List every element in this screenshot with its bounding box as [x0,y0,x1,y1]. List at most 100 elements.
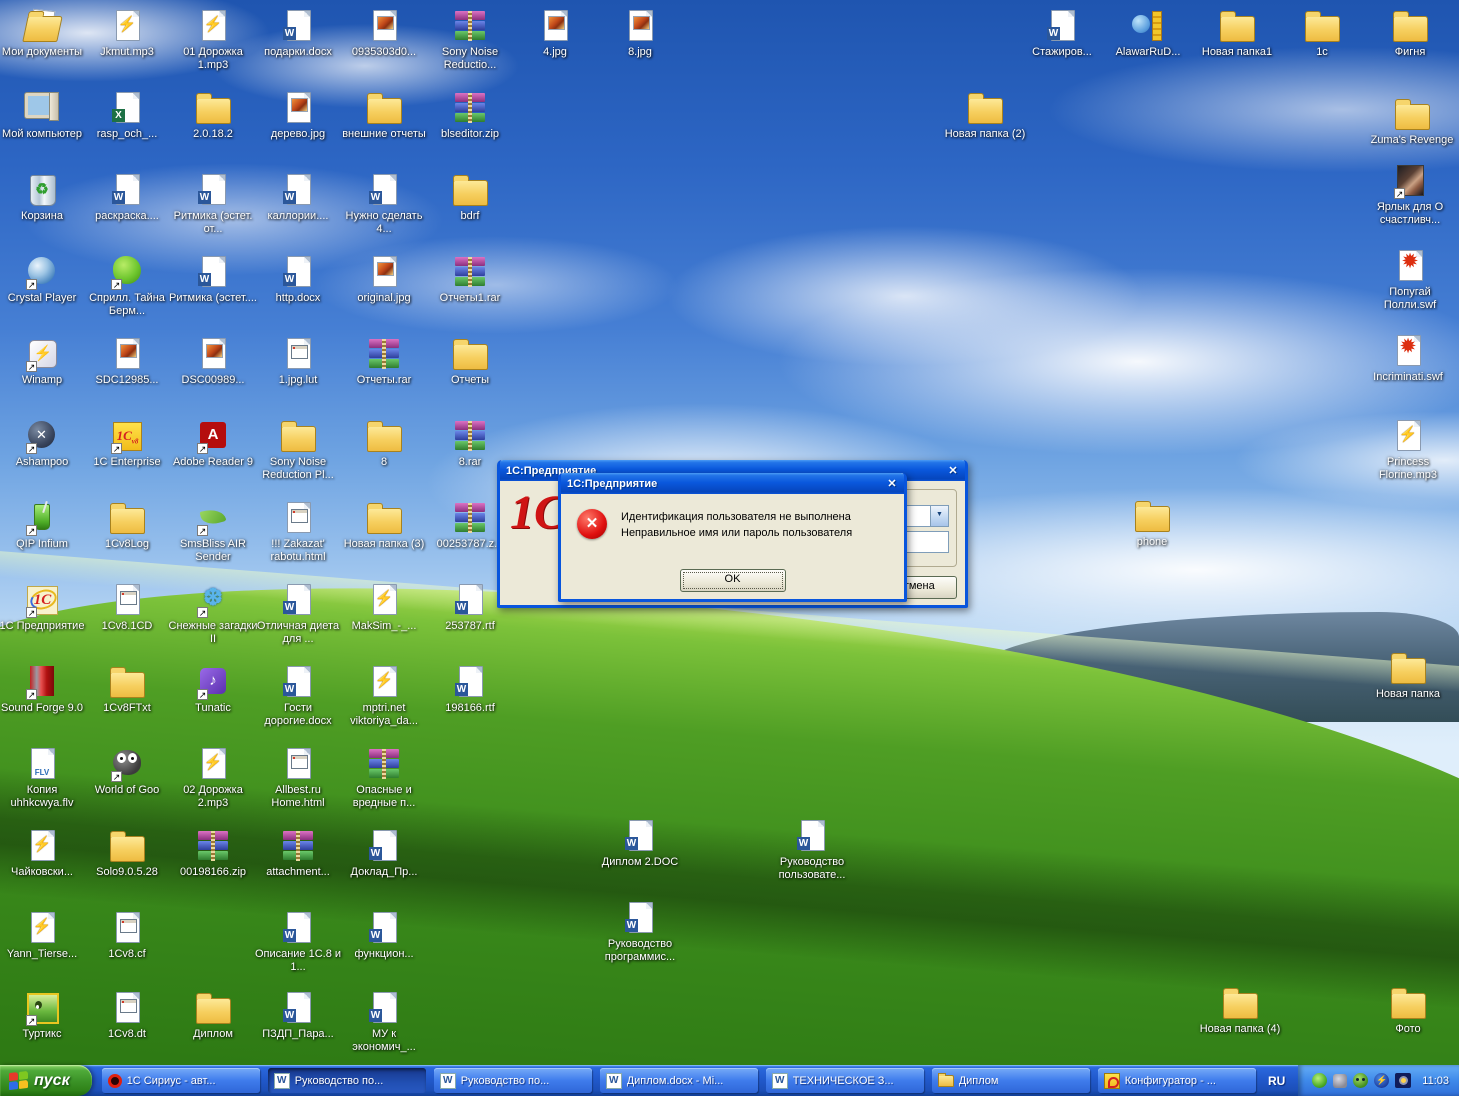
desktop-icon[interactable]: Wфункцион... [339,910,429,961]
error-dialog[interactable]: 1С:Предприятие ✕ ✕ Идентификация пользов… [558,473,907,602]
taskbar-task[interactable]: W ТЕХНИЧЕСКОЕ З... [765,1068,924,1093]
taskbar-task[interactable]: Конфигуратор - ... [1097,1068,1256,1093]
desktop-icon[interactable]: 1.jpg.lut [253,336,343,387]
desktop-icon[interactable]: W Ритмика (эстет.... [168,254,258,305]
desktop-icon[interactable]: Allbest.ru Home.html [253,746,343,810]
desktop-icon[interactable]: W Руководство программис... [595,900,685,964]
desktop-icon[interactable]: ⚡ Yann_Tierse... [0,910,87,961]
desktop-icon[interactable]: ⚡ mptri.net viktoriya_da... [339,664,429,728]
desktop-icon[interactable]: Новая папка [1363,650,1453,701]
taskbar-task[interactable]: W Руководство по... [267,1068,426,1093]
desktop-icon[interactable]: 1Cv8.1CD [82,582,172,633]
desktop-icon[interactable]: Новая папка (4) [1195,985,1285,1036]
desktop-icon[interactable]: Отчеты.rar [339,336,429,387]
desktop-icon[interactable]: ↗ Sound Forge 9.0 [0,664,87,715]
face-tray-icon[interactable] [1353,1073,1369,1088]
desktop-icon[interactable]: Опасные и вредные п... [339,746,429,810]
error-dialog-titlebar[interactable]: 1С:Предприятие ✕ [561,473,904,494]
desktop-icon[interactable]: bdrf [425,172,515,223]
desktop-icon[interactable]: Отчеты [425,336,515,387]
desktop-icon[interactable]: W Ритмика (эстет. от... [168,172,258,236]
desktop-icon[interactable]: W ПЗДП_Пара... [253,990,343,1041]
taskbar-task[interactable]: W Диплом.docx - Mi... [599,1068,758,1093]
desktop-icon[interactable]: 1Cv8Log [82,500,172,551]
desktop-icon[interactable]: ⚡ 01 Дорожка 1.mp3 [168,8,258,72]
desktop-icon[interactable]: дерево.jpg [253,90,343,141]
close-icon[interactable]: ✕ [944,463,962,479]
desktop-icon[interactable]: Фигня [1365,8,1455,59]
desktop-icon[interactable]: ⚡ MakSim_-_... [339,582,429,633]
desktop-icon[interactable]: Whttp.docx [253,254,343,305]
desktop-icon[interactable]: phone [1107,498,1197,549]
speaker-tray-icon[interactable] [1333,1073,1348,1088]
desktop-icon[interactable]: W 198166.rtf [425,664,515,715]
desktop-icon[interactable]: Отчеты1.rar [425,254,515,305]
desktop-icon[interactable]: Новая папка1 [1192,8,1282,59]
desktop-icon[interactable]: FLV Копия uhhkcwya.flv [0,746,87,810]
desktop-icon[interactable]: SDC12985... [82,336,172,387]
desktop-icon[interactable]: Sony Noise Reductio... [425,8,515,72]
desktop-icon[interactable]: ⚡ ↗ Winamp [0,336,87,387]
desktop-icon[interactable]: 8 [339,418,429,469]
desktop-icon[interactable]: Sony Noise Reduction Pl... [253,418,343,482]
desktop-icon[interactable]: W Диплом 2.DOC [595,818,685,869]
desktop-icon[interactable]: Wраскраска.... [82,172,172,223]
desktop-icon[interactable]: 1С ↗ 1С Предприятие [0,582,87,633]
desktop-icon[interactable]: ⚡ 02 Дорожка 2.mp3 [168,746,258,810]
desktop-icon[interactable]: 1Cv8.dt [82,990,172,1041]
start-button[interactable]: пуск [0,1065,92,1096]
desktop-icon[interactable]: ♪ ↗ Tunatic [168,664,258,715]
desktop-icon[interactable]: W МУ к экономич_... [339,990,429,1054]
volume-tray-icon[interactable] [1395,1073,1412,1088]
desktop-icon[interactable]: ⚡ Princess Florine.mp3 [1363,418,1453,482]
desktop-icon[interactable]: ↗ Crystal Player [0,254,87,305]
desktop-icon[interactable]: Xrasp_och_... [82,90,172,141]
desktop-icon[interactable]: Мой компьютер [0,90,87,141]
desktop-icon[interactable]: ↗ QIP Infium [0,500,87,551]
desktop-icon[interactable]: ✹ Попугай Полли.swf [1365,248,1455,312]
chevron-down-icon[interactable]: ▼ [930,506,948,526]
desktop-icon[interactable]: W Руководство пользовате... [767,818,857,882]
desktop-icon[interactable]: Новая папка (3) [339,500,429,551]
desktop-icon[interactable]: Фото [1363,985,1453,1036]
language-indicator[interactable]: RU [1256,1065,1298,1096]
desktop-icon[interactable]: original.jpg [339,254,429,305]
desktop-icon[interactable]: AlawarRuD... [1103,8,1193,59]
taskbar-task[interactable]: 1С Сириус - авт... [101,1068,260,1093]
desktop-icon[interactable]: Диплом [168,990,258,1041]
flash-tray-icon[interactable]: ⚡ [1374,1073,1390,1088]
desktop-icon[interactable]: W Стажиров... [1017,8,1107,59]
desktop-icon[interactable]: 1Сv8 ↗ 1C Enterprise [82,418,172,469]
desktop-icon[interactable]: ↗ SmsBliss AIR Sender [168,500,258,564]
desktop-icon[interactable]: Zuma's Revenge [1367,96,1457,147]
desktop-icon[interactable]: 2.0.18.2 [168,90,258,141]
desktop-icon[interactable]: W Нужно сделать 4... [339,172,429,236]
desktop-icon[interactable]: W Доклад_Пр... [339,828,429,879]
desktop-icon[interactable]: 00198166.zip [168,828,258,879]
desktop-icon[interactable]: ❆ ↗ Снежные загадки II [168,582,258,646]
desktop-icon[interactable]: ↗ Туртикс [0,990,87,1041]
desktop-icon[interactable]: !!! Zakazat' rabotu.html [253,500,343,564]
desktop-icon[interactable]: 8.jpg [595,8,685,59]
desktop-icon[interactable]: ⚡ Jkmut.mp3 [82,8,172,59]
close-icon[interactable]: ✕ [883,476,901,492]
desktop-icon[interactable]: W Гости дорогие.docx [253,664,343,728]
desktop-icon[interactable]: 0935303d0... [339,8,429,59]
desktop-icon[interactable]: ↗ World of Goo [82,746,172,797]
desktop-icon[interactable]: Новая папка (2) [940,90,1030,141]
desktop-icon[interactable]: ↗ Ярлык для О счастливч... [1365,163,1455,227]
desktop-icon[interactable]: ↗ Сприлл. Тайна Берм... [82,254,172,318]
desktop-icon[interactable]: A ↗ Adobe Reader 9 [168,418,258,469]
desktop-icon[interactable]: W Описание 1С.8 и 1... [253,910,343,974]
qip-tray-icon[interactable] [1312,1073,1328,1088]
desktop-icon[interactable]: attachment... [253,828,343,879]
taskbar-task[interactable]: Диплом [931,1068,1090,1093]
desktop-icon[interactable]: Solo9.0.5.28 [82,828,172,879]
ok-button[interactable]: OK [679,569,786,592]
desktop-icon[interactable]: ♻ Корзина [0,172,87,223]
desktop-icon[interactable]: 1с [1277,8,1367,59]
desktop-icon[interactable]: Wподарки.docx [253,8,343,59]
desktop-icon[interactable]: ✹ Incriminati.swf [1363,333,1453,384]
desktop-icon[interactable]: внешние отчеты [339,90,429,141]
desktop-icon[interactable]: 1Cv8FTxt [82,664,172,715]
